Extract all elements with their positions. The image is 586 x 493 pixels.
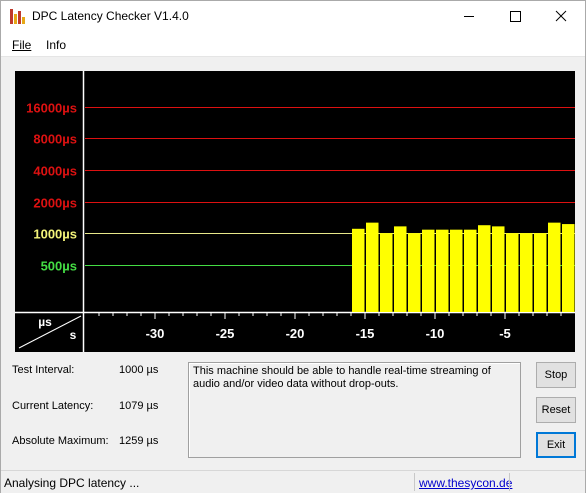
latency-bar xyxy=(422,229,435,312)
latency-bar xyxy=(366,222,379,312)
test-interval-label: Test Interval: xyxy=(12,364,75,376)
latency-bar xyxy=(548,222,561,312)
corner-unit-s: s xyxy=(70,328,77,342)
close-button[interactable] xyxy=(538,1,584,32)
latency-bar xyxy=(380,233,393,312)
reset-button[interactable]: Reset xyxy=(536,397,576,423)
current-latency-label: Current Latency: xyxy=(12,400,94,412)
x-tick-label: -10 xyxy=(426,326,445,341)
x-tick-label: -30 xyxy=(146,326,165,341)
x-tick-label: -5 xyxy=(499,326,511,341)
corner-unit-us: µs xyxy=(38,315,52,329)
maximize-icon xyxy=(510,11,521,22)
menu-info-label: Info xyxy=(46,38,67,52)
maximize-button[interactable] xyxy=(492,1,538,32)
current-latency-value: 1079 µs xyxy=(119,400,159,412)
app-bars-icon xyxy=(10,9,26,24)
menu-info[interactable]: Info xyxy=(46,38,66,52)
y-tick-label: 8000µs xyxy=(33,132,77,147)
absolute-max-label: Absolute Maximum: xyxy=(12,435,109,447)
minimize-button[interactable] xyxy=(446,1,492,32)
latency-bar xyxy=(562,224,575,312)
latency-chart-svg: 16000µs 8000µs 4000µs 2000µs 1000µs 500µs -30 -… xyxy=(15,71,575,352)
latency-bar xyxy=(450,229,463,312)
stop-button[interactable]: Stop xyxy=(536,362,576,388)
test-interval-value: 1000 µs xyxy=(119,364,159,376)
y-tick-label: 500µs xyxy=(41,259,77,274)
status-divider xyxy=(414,473,415,491)
status-divider xyxy=(509,473,510,491)
y-tick-label: 1000µs xyxy=(33,227,77,242)
x-tick-label: -20 xyxy=(286,326,305,341)
y-tick-label: 4000µs xyxy=(33,164,77,179)
latency-bar xyxy=(492,226,505,312)
title-bar[interactable]: DPC Latency Checker V1.4.0 xyxy=(1,1,585,32)
status-message: This machine should be able to handle re… xyxy=(188,362,521,458)
latency-bar xyxy=(436,229,449,312)
absolute-max-value: 1259 µs xyxy=(119,435,159,447)
latency-chart: 16000µs 8000µs 4000µs 2000µs 1000µs 500µs -30 -… xyxy=(15,71,575,352)
latency-bar xyxy=(478,225,491,312)
minimize-icon xyxy=(464,16,474,17)
x-tick-label: -15 xyxy=(356,326,375,341)
y-tick-label: 2000µs xyxy=(33,196,77,211)
latency-bar xyxy=(464,229,477,312)
latency-bar xyxy=(408,233,421,312)
menu-file-label: File xyxy=(12,38,32,52)
y-tick-label: 16000µs xyxy=(26,101,77,116)
app-window: DPC Latency Checker V1.4.0 File Info 160… xyxy=(0,0,586,493)
latency-bar xyxy=(394,226,407,312)
exit-button[interactable]: Exit xyxy=(536,432,576,458)
window-title: DPC Latency Checker V1.4.0 xyxy=(32,9,189,23)
latency-bar xyxy=(352,228,365,312)
latency-bar xyxy=(506,233,519,312)
menu-file[interactable]: File xyxy=(12,38,31,52)
x-tick-label: -25 xyxy=(216,326,235,341)
close-icon xyxy=(555,10,567,22)
website-link[interactable]: www.thesycon.de xyxy=(419,476,512,490)
menu-bar: File Info xyxy=(1,32,585,57)
status-text: Analysing DPC latency ... xyxy=(4,476,140,490)
latency-bar xyxy=(534,233,547,312)
status-bar: Analysing DPC latency ... www.thesycon.d… xyxy=(1,470,585,493)
latency-bar xyxy=(520,233,533,312)
